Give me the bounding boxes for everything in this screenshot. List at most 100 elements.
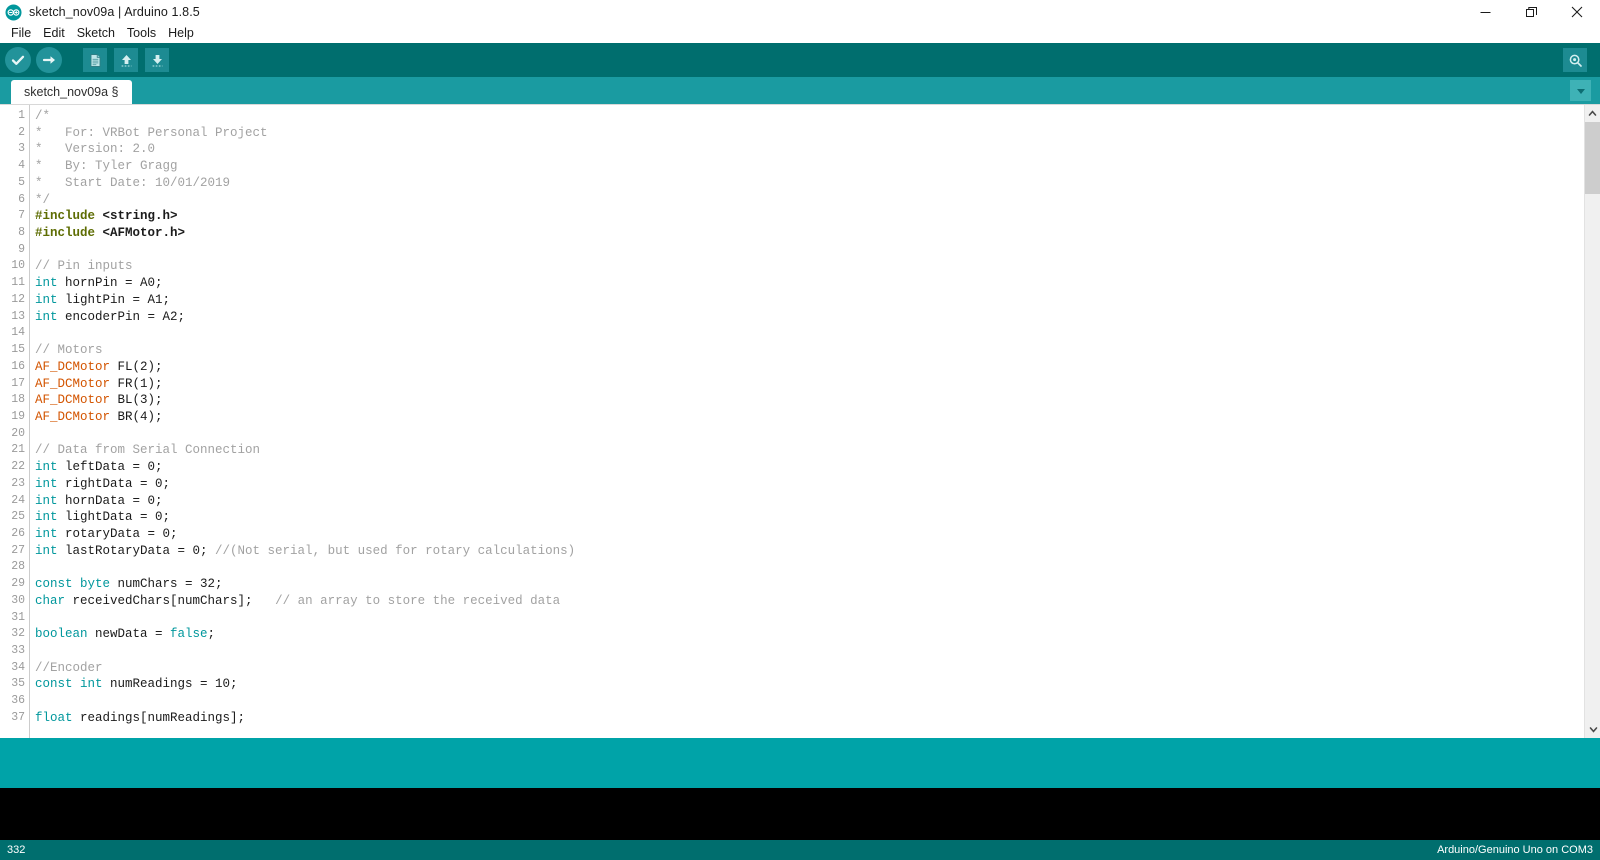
console-output[interactable]: [0, 788, 1600, 840]
code-token: boolean: [35, 627, 88, 642]
code-token: int: [35, 493, 58, 508]
close-icon: [1571, 6, 1583, 18]
tab-menu-button[interactable]: [1570, 80, 1591, 101]
code-line: int leftData = 0;: [35, 459, 1584, 476]
menu-item-file[interactable]: File: [5, 24, 37, 43]
code-token: int: [35, 292, 58, 307]
code-line: * By: Tyler Gragg: [35, 158, 1584, 175]
editor-area: 1 2 3 4 5 6 7 8 9 10 11 12 13 14 15 16 17 18 19 20 21 22 23 24 2…: [0, 104, 1600, 738]
code-token: int: [35, 543, 58, 558]
editor-vertical-scrollbar[interactable]: [1584, 105, 1600, 738]
line-number: 14: [11, 326, 25, 340]
close-button[interactable]: [1554, 0, 1600, 24]
code-token: int: [35, 510, 58, 525]
code-line: int rightData = 0;: [35, 476, 1584, 493]
code-line: int lastRotaryData = 0; //(Not serial, b…: [35, 543, 1584, 560]
code-token: AF_DCMotor: [35, 376, 111, 391]
code-token: // Motors: [35, 343, 103, 358]
line-number: 16: [11, 359, 25, 373]
line-number: 18: [11, 393, 25, 407]
open-sketch-button[interactable]: [114, 48, 138, 72]
line-number: 12: [11, 292, 25, 306]
line-number: 15: [11, 343, 25, 357]
menu-bar: File Edit Sketch Tools Help: [0, 24, 1600, 43]
scrollbar-thumb[interactable]: [1585, 122, 1600, 194]
code-token: //(Not serial, but used for rotary calcu…: [215, 543, 576, 558]
arduino-ide-window: sketch_nov09a | Arduino 1.8.5 File Edit …: [0, 0, 1600, 860]
code-line: // Data from Serial Connection: [35, 442, 1584, 459]
menu-item-help[interactable]: Help: [162, 24, 200, 43]
cursor-line-indicator: 332: [7, 844, 26, 856]
verify-button[interactable]: [5, 47, 31, 73]
arrow-down-icon: [152, 54, 162, 67]
line-number: 26: [11, 526, 25, 540]
line-number: 22: [11, 460, 25, 474]
code-token: // Pin inputs: [35, 259, 133, 274]
scroll-down-button[interactable]: [1585, 721, 1600, 738]
code-token: int: [35, 460, 58, 475]
code-line: AF_DCMotor FR(1);: [35, 376, 1584, 393]
line-number: 20: [11, 426, 25, 440]
document-icon: [90, 53, 100, 67]
code-token: int: [35, 476, 58, 491]
check-icon: [11, 55, 25, 65]
code-line: #include <string.h>: [35, 208, 1584, 225]
tab-bar: sketch_nov09a §: [0, 77, 1600, 104]
code-line: * Start Date: 10/01/2019: [35, 175, 1584, 192]
code-token: FL(2);: [110, 359, 163, 374]
code-token: * By: Tyler Gragg: [35, 159, 178, 174]
code-line: * For: VRBot Personal Project: [35, 125, 1584, 142]
code-line: */: [35, 192, 1584, 209]
code-token: /*: [35, 109, 51, 123]
tab-sketch-nov09a[interactable]: sketch_nov09a §: [11, 80, 132, 104]
code-token: newData =: [87, 627, 171, 642]
toolbar: [0, 43, 1600, 77]
code-token: ;: [207, 627, 216, 642]
code-token: hornPin = A0;: [57, 276, 163, 291]
code-token: lightData = 0;: [57, 510, 171, 525]
line-number: 6: [18, 192, 25, 206]
code-token: char: [35, 593, 66, 608]
line-number: 32: [11, 627, 25, 641]
code-editor[interactable]: 1 2 3 4 5 6 7 8 9 10 11 12 13 14 15 16 17 18 19 20 21 22 23 24 2…: [0, 105, 1584, 738]
code-token: // an array to store the received data: [275, 593, 561, 608]
upload-button[interactable]: [36, 47, 62, 73]
code-token: FR(1);: [110, 376, 163, 391]
code-token: <AFMotor.h>: [102, 226, 186, 241]
arrow-up-icon: [121, 54, 131, 67]
save-sketch-button[interactable]: [145, 48, 169, 72]
menu-item-sketch[interactable]: Sketch: [71, 24, 121, 43]
minimize-icon: [1480, 11, 1490, 13]
serial-monitor-button[interactable]: [1563, 48, 1587, 72]
menu-item-edit[interactable]: Edit: [37, 24, 71, 43]
line-number: 25: [11, 510, 25, 524]
status-bar: 332 Arduino/Genuino Uno on COM3: [0, 840, 1600, 860]
scroll-up-button[interactable]: [1584, 105, 1600, 122]
line-number: 21: [11, 443, 25, 457]
new-sketch-button[interactable]: [83, 48, 107, 72]
code-line: //Encoder: [35, 660, 1584, 677]
code-line: char receivedChars[numChars]; // an arra…: [35, 593, 1584, 610]
code-token: rotaryData = 0;: [57, 526, 178, 541]
arduino-infinity-logo-icon: [5, 4, 22, 20]
code-line: int rotaryData = 0;: [35, 526, 1584, 543]
restore-button[interactable]: [1508, 0, 1554, 24]
line-number: 9: [18, 242, 25, 256]
code-token: AF_DCMotor: [35, 409, 111, 424]
line-number: 23: [11, 476, 25, 490]
menu-item-tools[interactable]: Tools: [121, 24, 162, 43]
minimize-button[interactable]: [1462, 0, 1508, 24]
code-token: hornData = 0;: [57, 493, 163, 508]
code-content[interactable]: /* * For: VRBot Personal Project * Version…: [30, 105, 1584, 738]
line-number: 24: [11, 493, 25, 507]
code-token: rightData = 0;: [57, 476, 171, 491]
code-token: lastRotaryData = 0;: [57, 543, 216, 558]
chevron-down-icon: [1576, 88, 1585, 94]
